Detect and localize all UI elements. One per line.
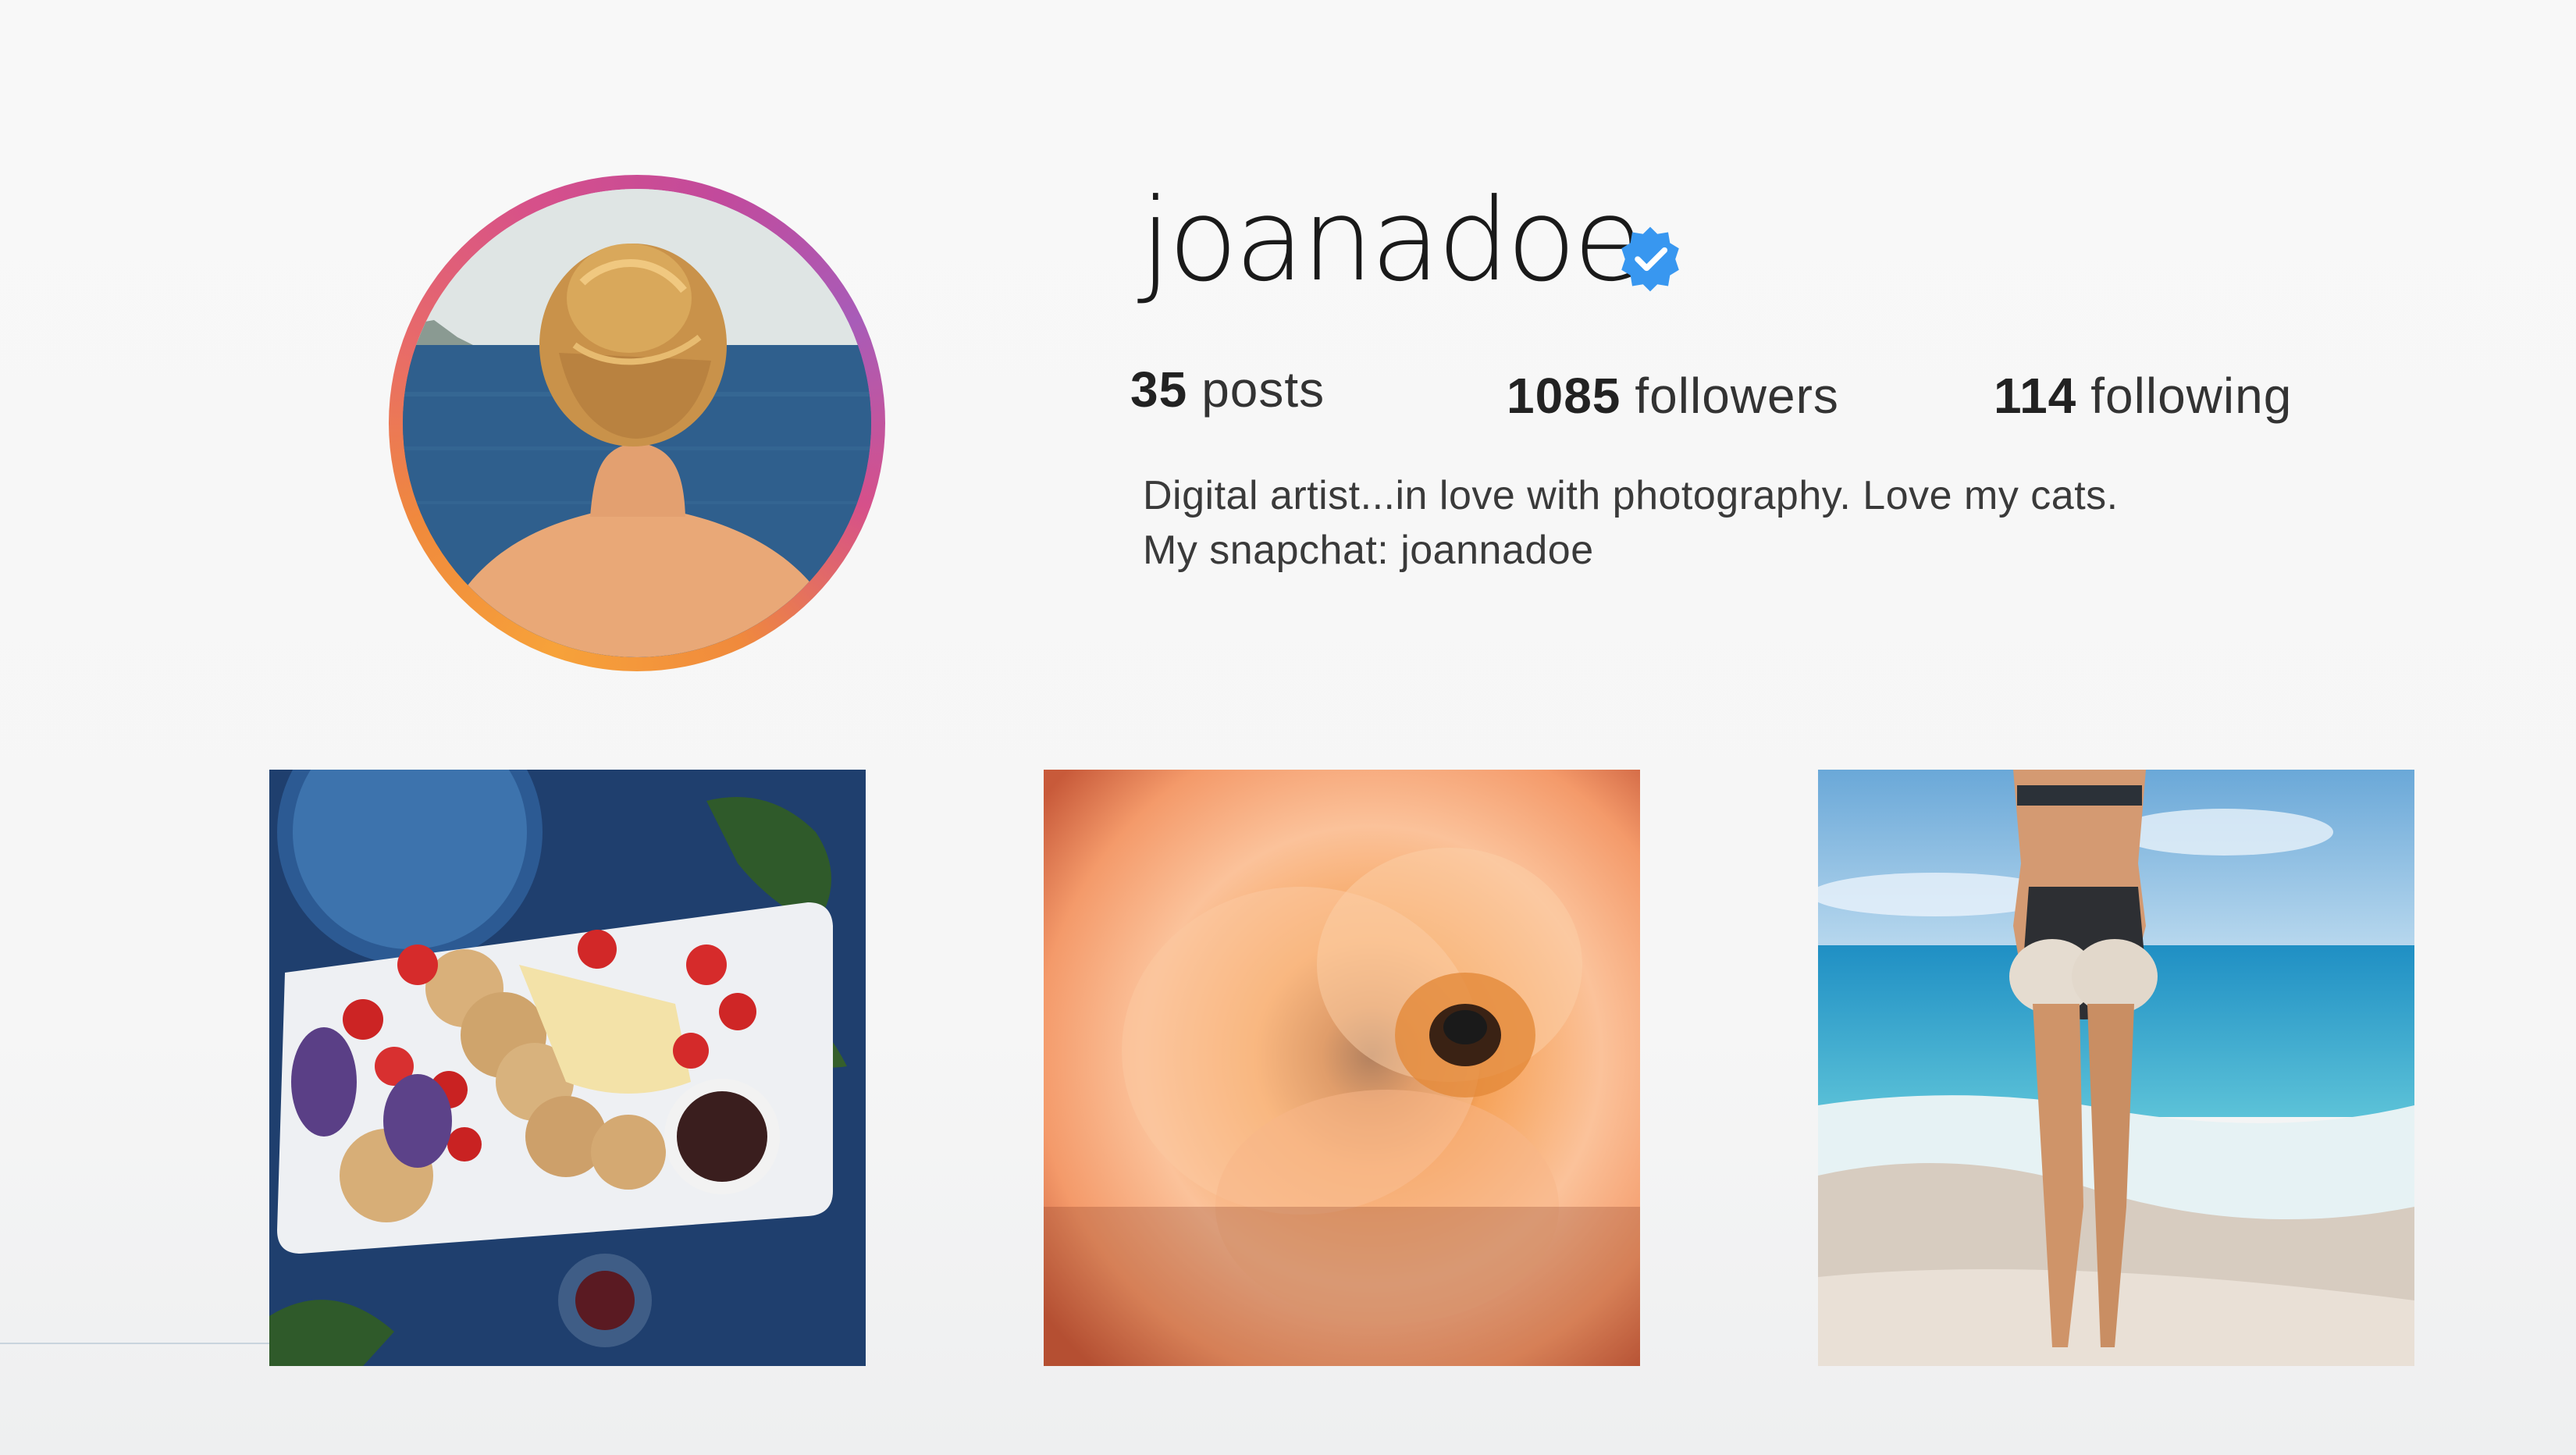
divider (0, 1343, 269, 1344)
following-label: following (2090, 368, 2293, 424)
post-thumbnail-rose[interactable] (1044, 770, 1640, 1366)
bio-line: My snapchat: joannadoe (1143, 528, 1594, 573)
post-image (269, 770, 866, 1366)
post-image (1044, 770, 1640, 1366)
verified-badge-icon (1621, 226, 1679, 292)
profile-username: joanadoe (1140, 174, 1643, 307)
stat-posts[interactable]: 35 posts (1130, 361, 1325, 418)
stat-following[interactable]: 114 following (1994, 367, 2292, 425)
posts-label: posts (1201, 361, 1325, 418)
stat-followers[interactable]: 1085 followers (1507, 367, 1839, 425)
followers-count: 1085 (1507, 368, 1621, 424)
posts-count: 35 (1130, 361, 1188, 418)
post-image (1818, 770, 2414, 1366)
following-count: 114 (1994, 368, 2077, 424)
bio-line: Digital artist...in love with photograph… (1143, 473, 2119, 518)
followers-label: followers (1635, 368, 1839, 424)
post-thumbnail-food[interactable] (269, 770, 866, 1366)
profile-stats: 35 posts 1085 followers 114 following (0, 361, 2576, 431)
profile-bio: Digital artist...in love with photograph… (1143, 468, 2119, 578)
post-thumbnail-beach[interactable] (1818, 770, 2414, 1366)
